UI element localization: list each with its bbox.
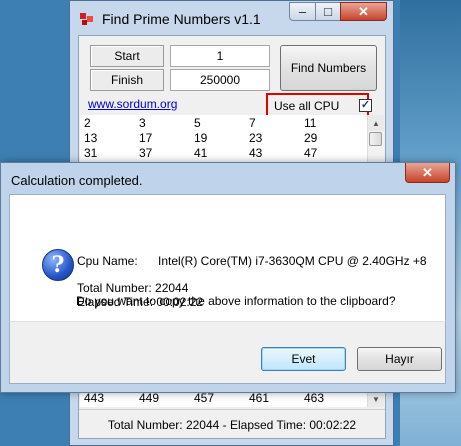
prime-number-cell: 37 <box>139 146 153 160</box>
app-logo-icon <box>80 13 93 25</box>
prime-number-cell: 47 <box>304 146 318 160</box>
sordum-link[interactable]: www.sordum.org <box>88 97 177 111</box>
dialog-title: Calculation completed. <box>11 173 143 188</box>
question-icon: ? <box>42 249 74 281</box>
finish-input[interactable] <box>170 69 270 91</box>
no-button[interactable]: Hayır <box>357 347 442 371</box>
maximize-button[interactable]: □ <box>315 2 341 21</box>
prime-number-cell: 3 <box>139 116 146 130</box>
start-input[interactable] <box>170 45 270 67</box>
cpu-name-label: Cpu Name: <box>77 254 138 268</box>
scroll-thumb[interactable] <box>369 132 382 146</box>
checkbox-checked-icon[interactable]: ✓ <box>359 99 372 112</box>
total-number-text: Total Number: 22044 <box>77 281 189 295</box>
close-button[interactable]: ✕ <box>340 2 387 21</box>
prime-number-cell: 457 <box>194 391 215 405</box>
prime-number-cell: 443 <box>84 391 105 405</box>
prime-number-cell: 13 <box>84 131 98 145</box>
prime-number-cell: 5 <box>194 116 201 130</box>
calculation-completed-dialog: Calculation completed. ✕ ? Cpu Name: Int… <box>0 162 456 393</box>
yes-button[interactable]: Evet <box>261 347 346 371</box>
dialog-close-button[interactable]: ✕ <box>405 163 450 183</box>
find-numbers-button[interactable]: Find Numbers <box>280 45 377 91</box>
finish-label: Finish <box>90 69 164 91</box>
prime-number-cell: 17 <box>139 131 153 145</box>
scroll-down-arrow-icon[interactable]: ▼ <box>368 391 384 407</box>
prime-number-cell: 463 <box>304 391 325 405</box>
prime-number-cell: 449 <box>139 391 160 405</box>
clipboard-question-text: Do you want to copy the above informatio… <box>76 294 396 308</box>
cpu-name-value: Intel(R) Core(TM) i7-3630QM CPU @ 2.40GH… <box>158 254 427 268</box>
main-title-bar[interactable]: Find Prime Numbers v1.1 – □ ✕ <box>70 1 393 35</box>
prime-number-cell: 31 <box>84 146 98 160</box>
prime-number-cell: 2 <box>84 116 91 130</box>
prime-number-cell: 7 <box>249 116 256 130</box>
start-label: Start <box>90 45 164 67</box>
prime-number-cell: 43 <box>249 146 263 160</box>
prime-number-cell: 19 <box>194 131 208 145</box>
use-all-cpu-cores-checkbox[interactable]: Use all CPU cores ✓ <box>266 93 372 127</box>
prime-number-cell: 11 <box>304 116 317 130</box>
prime-number-cell: 29 <box>304 131 318 145</box>
prime-number-cell: 41 <box>194 146 208 160</box>
prime-number-cell: 461 <box>249 391 270 405</box>
scroll-up-arrow-icon[interactable]: ▲ <box>368 115 384 131</box>
status-bar: Total Number: 22044 - Elapsed Time: 00:0… <box>79 409 385 439</box>
minimize-button[interactable]: – <box>289 2 316 21</box>
prime-number-cell: 23 <box>249 131 263 145</box>
main-window-title: Find Prime Numbers v1.1 <box>102 11 261 27</box>
